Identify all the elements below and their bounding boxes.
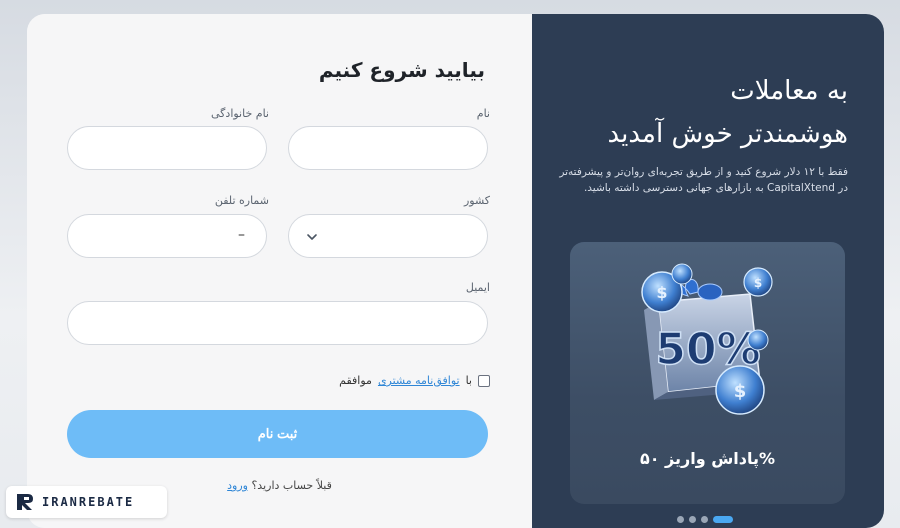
first-name-field[interactable] <box>288 126 488 170</box>
form-title: بیایید شروع کنیم <box>318 58 485 82</box>
email-field[interactable] <box>67 301 488 345</box>
carousel-dot-1[interactable] <box>713 516 733 523</box>
login-question: قبلاً حساب دارید؟ <box>251 479 332 492</box>
signup-form: بیایید شروع کنیم نام نام خانوادگی کشور ش… <box>27 14 532 528</box>
svg-text:$: $ <box>656 283 667 302</box>
bonus-50-percent-graphic: 50% $ $ $ <box>641 263 773 415</box>
promo-title-line2: هوشمندتر خوش آمدید <box>607 119 849 149</box>
phone-value: – <box>238 227 245 243</box>
phone-label: شماره تلفن <box>214 194 269 207</box>
promo-panel: به معاملات هوشمندتر خوش آمدید فقط با ۱۲ … <box>532 14 884 528</box>
svg-text:$: $ <box>734 381 747 402</box>
promo-title: به معاملات هوشمندتر خوش آمدید <box>548 70 849 156</box>
carousel-dot-2[interactable] <box>701 516 708 523</box>
last-name-label: نام خانوادگی <box>211 107 269 120</box>
bonus-slide-card: 50% $ $ $ %پاداش واریز ۵۰ <box>570 242 845 504</box>
svg-text:$: $ <box>754 276 762 290</box>
customer-agreement-link[interactable]: توافق‌نامه مشتری <box>378 374 460 387</box>
register-button[interactable]: ثبت نام <box>67 410 488 458</box>
first-name-input[interactable] <box>289 127 487 169</box>
chevron-down-icon <box>307 234 317 240</box>
agreement-prefix: با <box>465 374 472 387</box>
signup-card: بیایید شروع کنیم نام نام خانوادگی کشور ش… <box>27 14 884 528</box>
watermark-text: IRANREBATE <box>42 495 135 509</box>
iranrebate-watermark: IRANREBATE <box>6 486 167 518</box>
country-select[interactable] <box>288 214 488 258</box>
carousel-dots <box>677 516 733 523</box>
promo-title-line1: به معاملات <box>730 76 848 106</box>
email-input[interactable] <box>68 302 487 344</box>
last-name-field[interactable] <box>67 126 267 170</box>
carousel-dot-4[interactable] <box>677 516 684 523</box>
email-label: ایمیل <box>465 281 490 294</box>
agreement-checkbox[interactable] <box>478 374 490 387</box>
country-label: کشور <box>463 194 490 207</box>
iranrebate-logo-icon <box>17 494 33 510</box>
first-name-label: نام <box>476 107 490 120</box>
carousel-dot-3[interactable] <box>689 516 696 523</box>
phone-field[interactable]: – <box>67 214 267 258</box>
agreement-suffix: موافقم <box>339 374 372 387</box>
last-name-input[interactable] <box>68 127 266 169</box>
promo-description: فقط با ۱۲ دلار شروع کنید و از طریق تجربه… <box>559 166 848 194</box>
login-link[interactable]: ورود <box>227 479 248 492</box>
bonus-label: %پاداش واریز ۵۰ <box>639 449 776 468</box>
agreement-row: با توافق‌نامه مشتری موافقم <box>339 374 490 387</box>
